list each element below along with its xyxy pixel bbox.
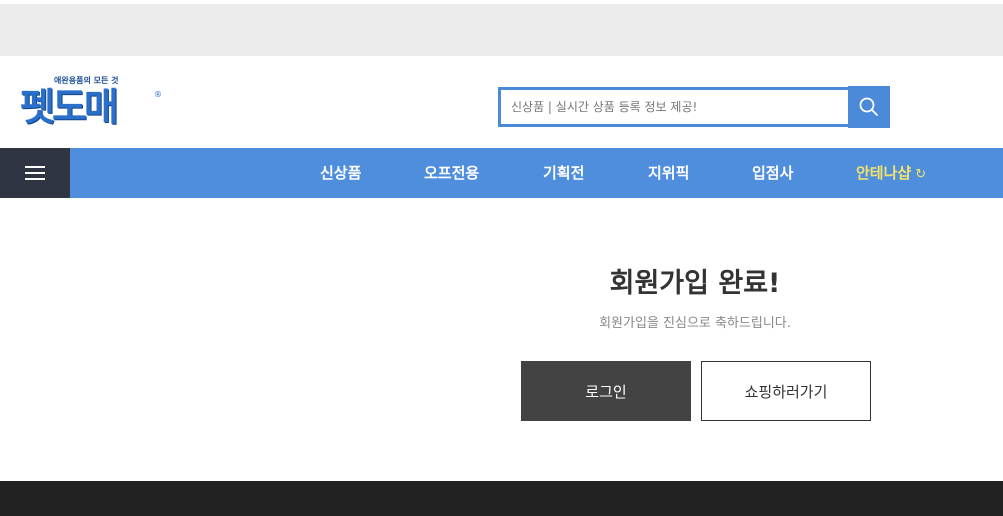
login-button[interactable]: 로그인 — [521, 361, 691, 421]
hamburger-icon-line — [25, 166, 45, 168]
nav-item-antenna-shop[interactable]: 안테나샵 ↻ — [856, 148, 926, 198]
nav-item-antenna-shop-label: 안테나샵 — [856, 164, 912, 182]
logo-registered-mark: ® — [154, 90, 162, 99]
footer — [0, 481, 1003, 516]
site-logo[interactable]: 애완용품의 모든 것 펫도매 ® — [20, 75, 170, 139]
nav-item-offline-only[interactable]: 오프전용 — [424, 148, 479, 198]
hamburger-icon-line — [25, 178, 45, 180]
hamburger-icon-line — [25, 172, 45, 174]
main-nav: 신상품 오프전용 기획전 지위픽 입점사 안테나샵 ↻ — [0, 148, 1003, 198]
nav-item-picks[interactable]: 지위픽 — [648, 148, 689, 198]
nav-item-new-products[interactable]: 신상품 — [320, 148, 361, 198]
top-banner-strip — [0, 4, 1003, 56]
search-button[interactable] — [848, 86, 890, 128]
header: 애완용품의 모든 것 펫도매 ® — [0, 56, 1003, 148]
signup-complete-section: 회원가입 완료! 회원가입을 진심으로 축하드립니다. 로그인 쇼핑하러가기 — [0, 198, 1003, 481]
refresh-icon: ↻ — [915, 167, 927, 182]
go-shopping-button[interactable]: 쇼핑하러가기 — [701, 361, 871, 421]
nav-item-vendors[interactable]: 입점사 — [752, 148, 793, 198]
logo-text: 펫도매 — [20, 85, 119, 129]
search-box — [498, 87, 850, 127]
search-icon — [859, 97, 878, 116]
page-subtitle: 회원가입을 진심으로 축하드립니다. — [599, 316, 791, 331]
search-input[interactable] — [501, 90, 850, 124]
page-title: 회원가입 완료! — [609, 268, 781, 299]
nav-item-promotions[interactable]: 기획전 — [543, 148, 584, 198]
hamburger-menu-button[interactable] — [0, 148, 70, 198]
